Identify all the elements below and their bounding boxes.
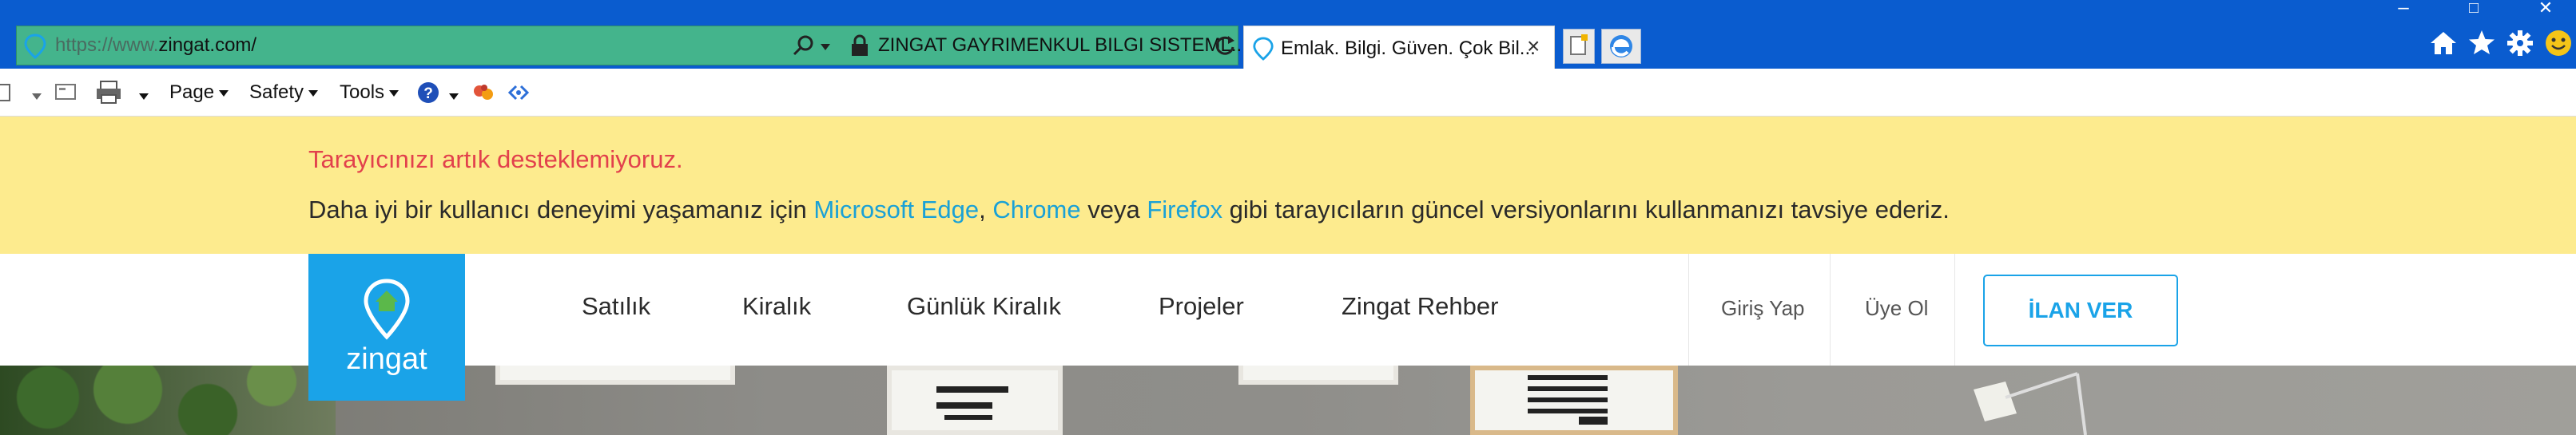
browser-titlebar: – □ ✕ https://www.zingat.com/ ZINGAT GAY… (0, 0, 2576, 69)
favorites-star-icon[interactable] (2466, 27, 2498, 59)
banner-warning: Tarayıcınızı artık desteklemiyoruz. (308, 145, 683, 173)
hero-frame (1238, 366, 1398, 385)
page-menu[interactable]: Page (169, 81, 229, 105)
header-divider (1954, 254, 1955, 366)
feeds-icon[interactable] (0, 80, 16, 108)
command-bar: Page Safety Tools ? (0, 69, 2576, 117)
help-dropdown-icon[interactable] (444, 89, 459, 104)
unsupported-browser-banner: Tarayıcınızı artık desteklemiyoruz. Daha… (0, 117, 2576, 254)
banner-message: Daha iyi bir kullanıcı deneyimi yaşamanı… (308, 196, 1950, 223)
login-link[interactable]: Giriş Yap (1721, 295, 1805, 321)
tools-menu[interactable]: Tools (340, 81, 400, 105)
tab-label: Emlak. Bilgi. Güven. Çok Bil... (1281, 38, 1536, 59)
tab-zingat[interactable]: Emlak. Bilgi. Güven. Çok Bil... × (1243, 26, 1555, 69)
research-icon[interactable] (470, 80, 499, 109)
register-link[interactable]: Üye Ol (1865, 295, 1928, 321)
minimize-button[interactable]: – (2387, 0, 2419, 18)
address-page-title: ZINGAT GAYRIMENKUL BILGI SISTEML... (878, 34, 1247, 56)
hero-lamp (1974, 372, 2087, 435)
lock-icon[interactable] (849, 34, 870, 61)
smiley-feedback-icon[interactable] (2542, 27, 2574, 59)
maximize-button[interactable]: □ (2458, 0, 2490, 18)
nav-satilik[interactable]: Satılık (582, 291, 650, 322)
feeds-dropdown-icon[interactable] (27, 89, 42, 104)
post-ad-button[interactable]: İLAN VER (1983, 275, 2178, 346)
help-icon[interactable]: ? (415, 80, 444, 109)
settings-gear-icon[interactable] (2504, 27, 2536, 59)
print-dropdown-icon[interactable] (134, 89, 149, 104)
zingat-logo[interactable]: zingat (308, 254, 465, 401)
address-bar[interactable]: https://www.zingat.com/ ZINGAT GAYRIMENK… (16, 26, 1247, 65)
hero-frame (495, 366, 735, 385)
read-mail-icon[interactable] (53, 80, 80, 108)
firefox-link[interactable]: Firefox (1147, 196, 1222, 223)
hero-plant (0, 366, 336, 435)
print-icon[interactable] (94, 80, 126, 109)
svg-text:?: ? (423, 85, 433, 102)
nav-projeler[interactable]: Projeler (1159, 291, 1244, 322)
nav-gunluk-kiralik[interactable]: Günlük Kiralık (907, 291, 1061, 322)
refresh-icon[interactable] (1214, 34, 1236, 61)
open-in-edge-icon[interactable] (1601, 29, 1641, 64)
header-divider (1830, 254, 1831, 366)
search-icon[interactable] (792, 34, 816, 61)
close-window-button[interactable]: ✕ (2530, 0, 2562, 18)
blog-icon[interactable] (507, 80, 535, 109)
nav-kiralik[interactable]: Kiralık (742, 291, 811, 322)
microsoft-edge-link[interactable]: Microsoft Edge (813, 196, 979, 223)
tab-close-icon[interactable]: × (1527, 34, 1540, 58)
site-favicon-icon (23, 34, 47, 63)
header-divider (1688, 254, 1689, 366)
home-icon[interactable] (2427, 27, 2459, 59)
tab-favicon-icon (1252, 36, 1274, 65)
chrome-link[interactable]: Chrome (992, 196, 1080, 223)
nav-zingat-rehber[interactable]: Zingat Rehber (1342, 291, 1498, 322)
logo-pin-icon (364, 279, 410, 340)
hero-frame (1470, 366, 1678, 435)
address-dropdown-icon[interactable] (821, 44, 830, 50)
logo-text: zingat (346, 342, 427, 376)
new-tab-button[interactable] (1563, 29, 1595, 64)
safety-menu[interactable]: Safety (249, 81, 319, 105)
address-url[interactable]: https://www.zingat.com/ (55, 34, 256, 57)
hero-frame (887, 366, 1063, 435)
